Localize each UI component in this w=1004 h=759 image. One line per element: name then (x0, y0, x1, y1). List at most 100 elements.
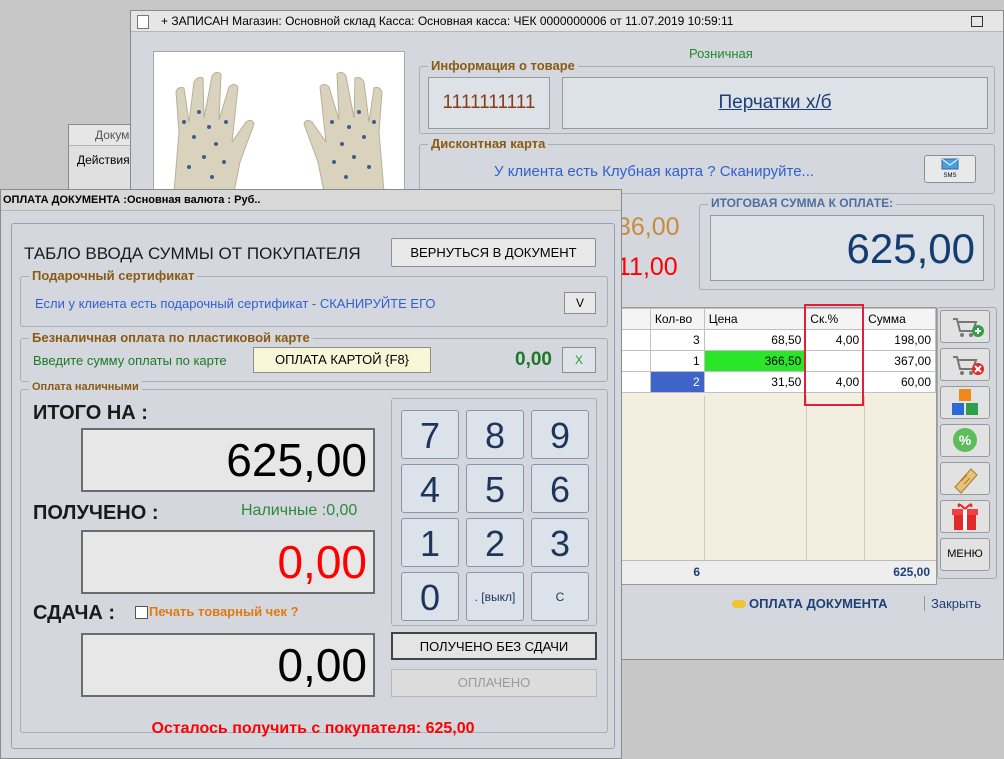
discount-card-legend: Дисконтная карта (428, 136, 549, 151)
paid-button[interactable]: ОПЛАЧЕНО (391, 669, 597, 697)
table-row[interactable]: 1 366,50 367,00 (620, 350, 936, 372)
back-to-document-button[interactable]: ВЕРНУТЬСЯ В ДОКУМЕНТ (391, 238, 596, 267)
add-to-cart-button[interactable] (940, 310, 990, 343)
pay-by-card-label: ОПЛАТА КАРТОЙ {F8} (274, 352, 410, 367)
payment-dialog-titlebar: ОПЛАТА ДОКУМЕНТА :Основная валюта : Руб.… (1, 190, 621, 211)
cell-sum[interactable]: 198,00 (863, 329, 936, 351)
product-name[interactable]: Перчатки х/б (719, 92, 832, 113)
gift-button[interactable] (940, 500, 990, 533)
card-clear-button[interactable]: X (562, 347, 596, 373)
print-check-checkbox[interactable] (135, 606, 148, 619)
payment-dialog-title: ОПЛАТА ДОКУМЕНТА :Основная валюта : Руб.… (3, 194, 261, 206)
close-link[interactable]: Закрыть (924, 596, 981, 611)
table-footer: 6 625,00 (620, 560, 936, 584)
background-window-menu[interactable]: Действия (77, 153, 130, 167)
gift-certificate-prompt: Если у клиента есть подарочный сертифика… (35, 296, 436, 311)
total-display: 625,00 (81, 428, 375, 492)
partial-amount-1: 36,00 (617, 213, 680, 241)
total-to-pay-value: 625,00 (846, 225, 975, 272)
payment-dialog: ОПЛАТА ДОКУМЕНТА :Основная валюта : Руб.… (0, 189, 622, 759)
received-display-value: 0,00 (277, 536, 367, 588)
items-table-area: Кол-во Цена Ск.% Сумма 3 68,50 4,00 198,… (619, 304, 937, 585)
card-amount: 0,00 (515, 349, 552, 370)
cart-add-icon (953, 318, 984, 337)
price-type-label: Розничная (689, 46, 753, 61)
table-row[interactable]: 3 68,50 4,00 198,00 (620, 329, 936, 351)
footer-qty: 6 (693, 565, 700, 579)
card-payment-legend: Безналичная оплата по пластиковой карте (29, 330, 313, 345)
discount-button[interactable]: % (940, 424, 990, 457)
menu-button[interactable]: МЕНЮ (940, 538, 990, 571)
key-0[interactable]: 0 (401, 572, 459, 621)
items-table: Кол-во Цена Ск.% Сумма 3 68,50 4,00 198,… (620, 308, 936, 393)
key-clear[interactable]: C [backsp] (531, 572, 589, 653)
discount-column-highlight (804, 304, 864, 406)
key-7[interactable]: 7 (401, 410, 459, 459)
total-display-value: 625,00 (226, 434, 367, 486)
svg-text:%: % (959, 432, 972, 448)
key-6[interactable]: 6 (531, 464, 589, 513)
remove-from-cart-button[interactable] (940, 348, 990, 381)
discount-prompt: У клиента есть Клубная карта ? Сканируйт… (494, 163, 815, 180)
key-decimal[interactable]: . [выкл] (466, 572, 524, 621)
sms-label: SMS (943, 173, 957, 179)
gift-button-label: V (575, 296, 584, 310)
sms-button[interactable]: SMS (924, 155, 976, 183)
cell-qty[interactable]: 2 (649, 371, 705, 393)
key-9[interactable]: 9 (531, 410, 589, 459)
cash-payment-legend: Оплата наличными (29, 381, 142, 393)
percent-icon: % (953, 428, 977, 452)
pay-document-link[interactable]: ОПЛАТА ДОКУМЕНТА (732, 596, 888, 611)
received-display[interactable]: 0,00 (81, 530, 375, 594)
receipt-window-title: + ЗАПИСАН Магазин: Основной склад Касса:… (161, 14, 734, 28)
column-header-qty[interactable]: Кол-во (649, 308, 705, 330)
cell-price[interactable]: 31,50 (703, 371, 807, 393)
envelope-icon (941, 158, 959, 170)
cell-sum[interactable]: 60,00 (863, 371, 936, 393)
cell-price[interactable]: 366,50 (703, 350, 807, 372)
card-clear-label: X (574, 353, 583, 367)
print-check-label[interactable]: Печать товарный чек ? (149, 604, 299, 619)
gift-certificate-group: Подарочный сертификат Если у клиента ест… (20, 268, 608, 327)
partial-amount-2: 11,00 (617, 253, 678, 281)
background-window-title: Докум (95, 128, 130, 142)
column-divider (704, 396, 705, 560)
key-4[interactable]: 4 (401, 464, 459, 513)
cell-price[interactable]: 68,50 (703, 329, 807, 351)
table-row[interactable]: 2 31,50 4,00 60,00 (620, 371, 936, 393)
card-payment-prompt: Введите сумму оплаты по карте (33, 353, 227, 368)
key-1[interactable]: 1 (401, 518, 459, 567)
change-display-value: 0,00 (277, 639, 367, 691)
received-no-change-button[interactable]: ПОЛУЧЕНО БЕЗ СДАЧИ (391, 632, 597, 660)
product-info-legend: Информация о товаре (428, 58, 578, 73)
total-label: ИТОГО НА : (33, 402, 148, 424)
footer-sum: 625,00 (893, 565, 930, 579)
maximize-icon[interactable] (971, 16, 983, 27)
pay-document-label: ОПЛАТА ДОКУМЕНТА (749, 596, 888, 611)
catalog-button[interactable] (940, 386, 990, 419)
cash-payment-group: Оплата наличными ИТОГО НА : 625,00 ПОЛУЧ… (20, 381, 608, 733)
cart-remove-icon (953, 356, 984, 375)
total-to-pay-field: 625,00 (710, 215, 984, 281)
cell-sum[interactable]: 367,00 (863, 350, 936, 372)
cell-qty[interactable]: 1 (649, 350, 705, 372)
key-5[interactable]: 5 (466, 464, 524, 513)
receipt-button[interactable] (940, 462, 990, 495)
key-2[interactable]: 2 (466, 518, 524, 567)
menu-button-label: МЕНЮ (947, 548, 983, 560)
pay-by-card-button[interactable]: ОПЛАТА КАРТОЙ {F8} (253, 347, 431, 373)
key-8[interactable]: 8 (466, 410, 524, 459)
column-divider (806, 396, 807, 560)
card-payment-group: Безналичная оплата по пластиковой карте … (20, 330, 608, 382)
cell-qty[interactable]: 3 (649, 329, 705, 351)
total-to-pay-legend: ИТОГОВАЯ СУММА К ОПЛАТЕ: (708, 196, 897, 210)
gift-certificate-expand-button[interactable]: V (564, 292, 596, 314)
key-3[interactable]: 3 (531, 518, 589, 567)
product-info-group: Информация о товаре 1111111111 Перчатки … (419, 58, 995, 134)
column-header-sum[interactable]: Сумма (863, 308, 936, 330)
column-header-price[interactable]: Цена (703, 308, 807, 330)
payment-panel: ТАБЛО ВВОДА СУММЫ ОТ ПОКУПАТЕЛЯ ВЕРНУТЬС… (11, 223, 615, 749)
barcode-field: 1111111111 (428, 77, 550, 129)
coins-icon (732, 600, 746, 608)
receipt-window-titlebar: + ЗАПИСАН Магазин: Основной склад Касса:… (131, 11, 1003, 32)
